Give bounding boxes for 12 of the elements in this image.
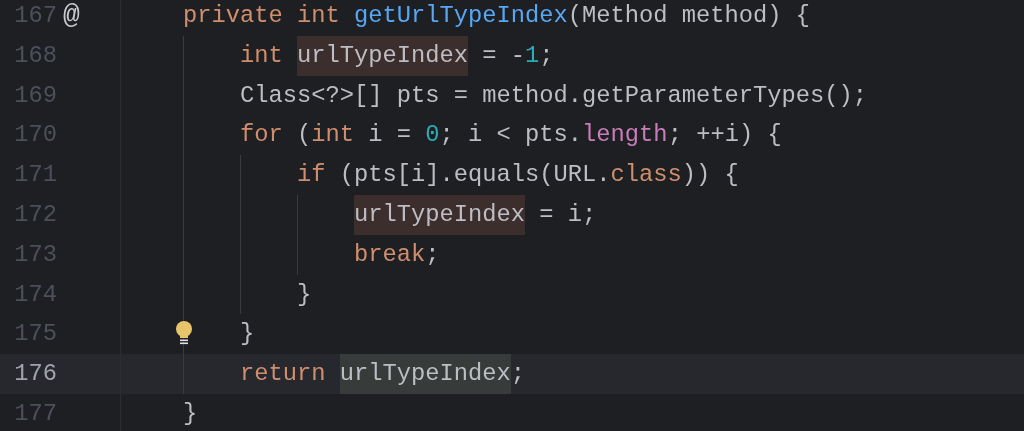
code-line: Class<?>[] pts = method.getParameterTypes(); <box>126 75 868 116</box>
code-line: urlTypeIndex = i; <box>126 195 597 235</box>
code-line: if (pts[i].equals(URL.class)) { <box>126 155 739 195</box>
code-line: int urlTypeIndex = -1; <box>126 35 554 76</box>
code-line: break; <box>126 234 440 275</box>
override-marker[interactable]: @ <box>63 0 80 36</box>
code-line: } <box>182 398 198 429</box>
code-line: private int getUrlTypeIndex(Method method) { <box>182 1 811 31</box>
code-line: } <box>126 274 312 315</box>
code-line: for (int i = 0; i < pts.length; ++i) { <box>126 115 782 156</box>
code-line: return urlTypeIndex; <box>126 354 526 394</box>
line-number: 176 <box>13 359 57 390</box>
